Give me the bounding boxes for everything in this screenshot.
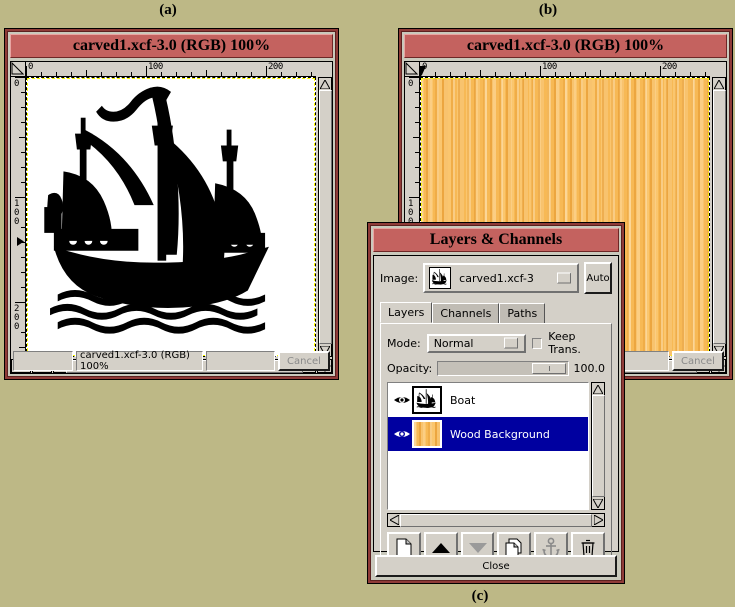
window-b-title: carved1.xcf-3.0 (RGB) 100% [466,37,665,54]
keep-trans-label: Keep Trans. [548,330,581,356]
layers-dialog-title: Layers & Channels [429,231,563,248]
list-item[interactable]: Wood Background [388,417,588,451]
mode-row: Mode: Normal Keep Trans. [387,330,605,356]
layer-list-horizontal-scrollbar[interactable] [387,513,605,527]
ruler-position-marker-icon [420,66,426,76]
ruler-b-h-label-100: 100 [542,62,557,72]
boat-silhouette-image [44,86,269,334]
layers-dialog-body: Image: carved1.xcf-3 Auto Layers Channel… [373,255,619,571]
scroll-down-arrow-icon[interactable] [592,497,604,509]
image-label: Image: [380,271,419,285]
scroll-up-arrow-icon[interactable] [319,78,331,90]
close-button[interactable]: Close [375,555,617,577]
scroll-left-arrow-icon[interactable] [388,514,400,526]
tab-paths[interactable]: Paths [499,303,546,323]
chevron-down-icon [504,337,519,349]
mode-combo[interactable]: Normal [426,333,527,353]
keep-trans-checkbox[interactable] [532,337,543,349]
vertical-ruler[interactable]: 0 100 200 [11,77,26,357]
ruler-v-label-200: 200 [14,304,19,332]
image-thumbnail [429,267,452,289]
layers-channels-dialog[interactable]: Layers & Channels Image: carved1.xcf-3 A… [367,222,625,584]
image-window-a[interactable]: carved1.xcf-3.0 (RGB) 100% 0 100 200 0 1… [4,28,339,380]
status-extra-cell [205,351,275,371]
window-a-title: carved1.xcf-3.0 (RGB) 100% [72,37,271,54]
ruler-h-label-100: 100 [148,62,163,72]
window-b-titlebar[interactable]: carved1.xcf-3.0 (RGB) 100% [404,34,727,58]
status-progress-cell [13,351,73,371]
layer-thumbnail [412,420,442,448]
layers-dialog-tabs: Layers Channels Paths [380,302,612,323]
cancel-button-b[interactable]: Cancel [672,351,724,371]
ruler-position-marker-icon [17,237,24,246]
raise-layer-icon [431,543,450,553]
layers-dialog-titlebar[interactable]: Layers & Channels [373,228,619,252]
scroll-right-arrow-icon[interactable] [592,514,604,526]
window-a-body: 0 100 200 0 1 0 0 2 0 0 [10,61,333,374]
tab-layers[interactable]: Layers [380,302,433,323]
triangle-ruler-icon [405,62,418,75]
canvas-a-vertical-scrollbar[interactable] [318,77,332,357]
layer-name: Boat [450,393,476,407]
opacity-slider[interactable] [437,361,569,376]
triangle-ruler-icon [11,62,24,75]
caption-a: (a) [159,2,177,18]
eye-visible-icon[interactable] [392,427,412,441]
canvas-b-vertical-scrollbar[interactable] [712,77,726,357]
mode-label: Mode: [387,336,421,350]
auto-button[interactable]: Auto [584,262,612,294]
window-a-statusbar: carved1.xcf-3.0 (RGB) 100% Cancel [13,350,330,372]
ruler-v-label-0: 0 [14,79,19,89]
opacity-slider-knob[interactable] [531,363,566,374]
chevron-down-icon [557,272,571,284]
layers-dialog-inner: Layers & Channels Image: carved1.xcf-3 A… [370,225,622,581]
boat-silhouette-thumb-icon [416,389,436,408]
layer-list[interactable]: Boat Wood Background [387,382,589,510]
layer-scroll-thumb[interactable] [591,395,605,497]
eye-visible-icon[interactable] [392,393,412,407]
layer-list-scrollbar[interactable] [591,382,605,510]
mode-value: Normal [433,336,474,350]
ruler-b-v-label-0: 0 [408,79,413,89]
layer-name: Wood Background [450,427,550,441]
status-title-cell: carved1.xcf-3.0 (RGB) 100% [76,350,203,372]
boat-silhouette-thumb-icon [432,269,447,285]
ruler-h-label-0: 0 [28,62,33,72]
cancel-button-a[interactable]: Cancel [278,351,330,371]
image-combo-value: carved1.xcf-3 [459,271,534,285]
window-a-titlebar[interactable]: carved1.xcf-3.0 (RGB) 100% [10,34,333,58]
window-a-inner: carved1.xcf-3.0 (RGB) 100% 0 100 200 0 1… [7,31,336,377]
scroll-up-arrow-icon[interactable] [592,383,604,395]
scroll-v-thumb[interactable] [318,90,332,344]
caption-c: (c) [471,588,489,604]
ruler-v-label-100: 100 [14,199,19,227]
lower-layer-icon [468,543,487,553]
horizontal-ruler[interactable]: 0 100 200 [26,62,316,77]
scroll-v-thumb-b[interactable] [712,90,726,344]
list-item[interactable]: Boat [388,383,588,417]
ruler-b-h-label-200: 200 [662,62,677,72]
layer-thumbnail [412,386,442,414]
caption-b: (b) [538,2,558,18]
opacity-label: Opacity: [387,362,433,375]
ruler-origin-button[interactable] [11,62,26,77]
opacity-row: Opacity: 100.0 [387,361,605,376]
layer-scroll-h-thumb[interactable] [400,513,592,527]
image-combo[interactable]: carved1.xcf-3 [423,263,579,293]
tab-channels[interactable]: Channels [432,303,500,323]
scroll-up-arrow-icon[interactable] [713,78,725,90]
layer-list-row: Boat Wood Background [387,382,605,510]
image-selector-row: Image: carved1.xcf-3 Auto [380,262,612,294]
tab-panel-layers: Mode: Normal Keep Trans. Opacity: 100.0 [380,323,612,571]
ruler-h-label-200: 200 [268,62,283,72]
horizontal-ruler-b[interactable]: 0 100 200 [420,62,710,77]
canvas-a[interactable] [26,77,316,357]
ruler-origin-button-b[interactable] [405,62,420,77]
opacity-value: 100.0 [573,362,606,375]
